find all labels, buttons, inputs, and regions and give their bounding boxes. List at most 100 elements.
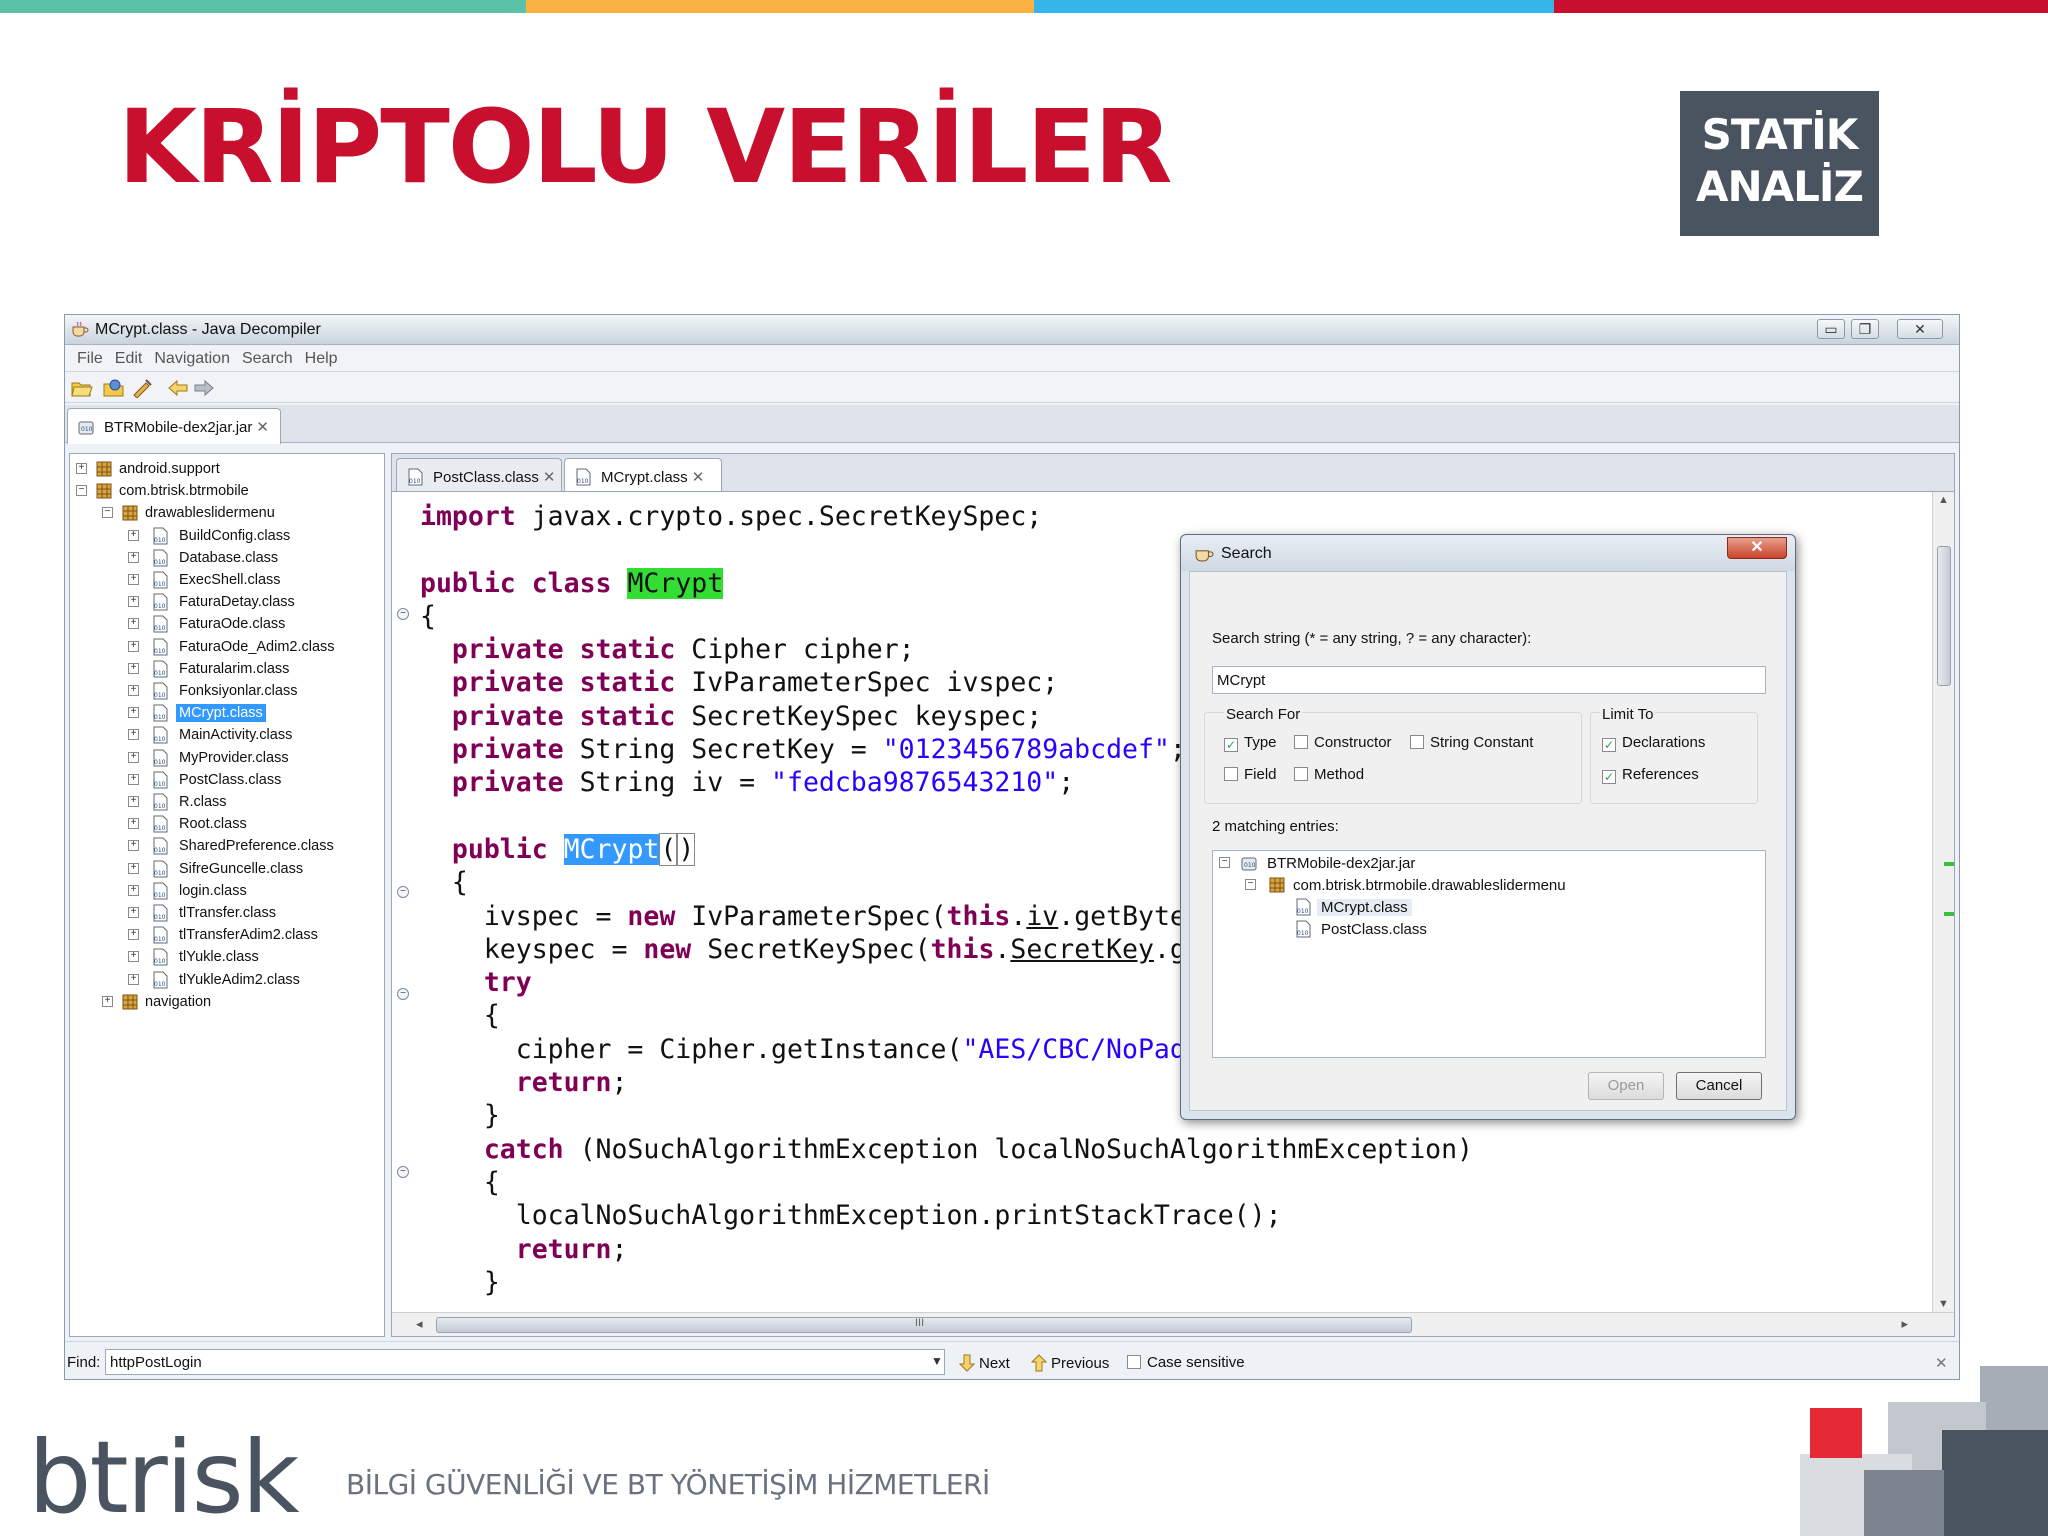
tree-item[interactable]: +010 SifreGuncelle.class xyxy=(70,858,380,880)
expand-toggle-icon[interactable]: + xyxy=(128,929,139,941)
expand-toggle-icon[interactable]: + xyxy=(128,818,139,830)
expand-toggle-icon[interactable]: + xyxy=(128,884,139,896)
tree-item[interactable]: +010 Faturalarim.class xyxy=(70,658,380,680)
forward-icon[interactable] xyxy=(193,378,215,398)
tree-item[interactable]: +010 MainActivity.class xyxy=(70,724,380,746)
horizontal-scrollbar[interactable]: ◂ III ▸ xyxy=(392,1312,1954,1336)
result-jar[interactable]: BTRMobile-dex2jar.jar xyxy=(1267,855,1415,872)
checkbox[interactable] xyxy=(1224,767,1238,781)
tree-item[interactable]: +010 tlTransfer.class xyxy=(70,902,380,924)
expand-toggle-icon[interactable]: + xyxy=(128,596,139,608)
tree-item[interactable]: +010 Fonksiyonlar.class xyxy=(70,680,380,702)
tree-item[interactable]: +010 MyProvider.class xyxy=(70,747,380,769)
scroll-down-icon[interactable]: ▼ xyxy=(1938,1298,1949,1310)
launch-icon[interactable] xyxy=(131,378,153,398)
tree-item[interactable]: +010 tlYukleAdim2.class xyxy=(70,969,380,991)
result-package[interactable]: com.btrisk.btrmobile.drawableslidermenu xyxy=(1293,877,1566,894)
expand-toggle-icon[interactable]: + xyxy=(128,551,139,563)
menu-edit[interactable]: Edit xyxy=(109,346,149,371)
tab-mcrypt[interactable]: 010 MCrypt.class ✕ xyxy=(564,458,722,494)
menu-file[interactable]: File xyxy=(71,346,109,371)
scrollbar-thumb[interactable]: III xyxy=(436,1317,1412,1333)
search-string-input[interactable]: MCrypt xyxy=(1212,666,1766,694)
expand-toggle-icon[interactable]: − xyxy=(102,507,113,519)
tree-item[interactable]: + android.support xyxy=(70,458,380,480)
close-tab-icon[interactable]: ✕ xyxy=(256,419,269,436)
checkbox[interactable]: ✓ xyxy=(1602,770,1616,784)
tree-item[interactable]: − drawableslidermenu xyxy=(70,502,380,524)
expand-toggle-icon[interactable]: + xyxy=(128,907,139,918)
open-file-icon[interactable] xyxy=(71,378,93,398)
checkbox-declarations[interactable]: ✓ Declarations xyxy=(1602,734,1705,752)
expand-toggle-icon[interactable]: + xyxy=(128,840,139,852)
expand-toggle-icon[interactable]: + xyxy=(128,618,139,630)
jar-tab[interactable]: 010 BTRMobile-dex2jar.jar ✕ xyxy=(67,408,281,444)
scroll-left-icon[interactable]: ◂ xyxy=(416,1316,423,1332)
overview-ruler-marker[interactable] xyxy=(1944,912,1954,916)
expand-toggle-icon[interactable]: + xyxy=(128,574,139,585)
result-class-postclass[interactable]: PostClass.class xyxy=(1321,921,1427,938)
restore-button[interactable]: ❐ xyxy=(1851,319,1879,339)
tree-item[interactable]: +010 ExecShell.class xyxy=(70,569,380,591)
fold-marker-icon[interactable]: − xyxy=(397,886,409,898)
tab-postclass[interactable]: 010 PostClass.class ✕ xyxy=(396,458,562,494)
tree-item[interactable]: +010 FaturaOde_Adim2.class xyxy=(70,636,380,658)
expand-toggle-icon[interactable]: + xyxy=(128,751,139,763)
tree-item[interactable]: +010 tlTransferAdim2.class xyxy=(70,924,380,946)
checkbox-type[interactable]: ✓ Type xyxy=(1224,734,1277,752)
tree-item[interactable]: +010 FaturaDetay.class xyxy=(70,591,380,613)
checkbox-string-constant[interactable]: String Constant xyxy=(1410,734,1533,751)
checkbox[interactable] xyxy=(1127,1355,1141,1369)
case-sensitive-checkbox[interactable]: Case sensitive xyxy=(1127,1354,1245,1371)
expand-toggle-icon[interactable]: + xyxy=(128,662,139,674)
tree-item[interactable]: +010 MCrypt.class xyxy=(70,702,380,724)
menu-navigation[interactable]: Navigation xyxy=(148,346,236,371)
fold-marker-icon[interactable]: − xyxy=(397,608,409,620)
scrollbar-thumb[interactable] xyxy=(1937,546,1951,686)
expand-toggle-icon[interactable]: + xyxy=(128,640,139,652)
vertical-scrollbar[interactable]: ▲ ▼ xyxy=(1932,492,1954,1312)
expand-toggle-icon[interactable]: + xyxy=(128,973,139,985)
tree-item[interactable]: + navigation xyxy=(70,991,380,1013)
expand-toggle-icon[interactable]: + xyxy=(128,729,139,741)
tree-item[interactable]: +010 PostClass.class xyxy=(70,769,380,791)
tree-item[interactable]: +010 SharedPreference.class xyxy=(70,835,380,857)
checkbox-method[interactable]: Method xyxy=(1294,766,1364,783)
collapse-icon[interactable]: − xyxy=(1219,857,1230,868)
checkbox[interactable] xyxy=(1294,767,1308,781)
expand-toggle-icon[interactable]: + xyxy=(128,685,139,696)
expand-toggle-icon[interactable]: + xyxy=(128,796,139,807)
tree-item[interactable]: +010 FaturaOde.class xyxy=(70,613,380,635)
find-input[interactable]: httpPostLogin xyxy=(105,1349,945,1375)
open-type-icon[interactable] xyxy=(103,378,125,398)
scroll-up-icon[interactable]: ▲ xyxy=(1938,494,1949,506)
tree-item[interactable]: +010 Database.class xyxy=(70,547,380,569)
menu-help[interactable]: Help xyxy=(299,346,344,371)
checkbox[interactable]: ✓ xyxy=(1224,738,1238,752)
tree-item[interactable]: − com.btrisk.btrmobile xyxy=(70,480,380,502)
minimize-button[interactable]: ▭ xyxy=(1817,319,1845,339)
expand-toggle-icon[interactable]: + xyxy=(128,773,139,785)
expand-toggle-icon[interactable]: + xyxy=(102,995,113,1007)
checkbox-references[interactable]: ✓ References xyxy=(1602,766,1699,784)
expand-toggle-icon[interactable]: + xyxy=(76,463,87,474)
checkbox[interactable]: ✓ xyxy=(1602,738,1616,752)
expand-toggle-icon[interactable]: + xyxy=(128,862,139,874)
scroll-right-icon[interactable]: ▸ xyxy=(1901,1316,1908,1332)
expand-toggle-icon[interactable]: − xyxy=(76,485,87,497)
tree-item[interactable]: +010 Root.class xyxy=(70,813,380,835)
tree-item[interactable]: +010 R.class xyxy=(70,791,380,813)
expand-toggle-icon[interactable]: + xyxy=(128,951,139,963)
expand-toggle-icon[interactable]: + xyxy=(128,529,139,541)
close-tab-icon[interactable]: ✕ xyxy=(692,469,705,486)
overview-ruler-marker[interactable] xyxy=(1944,862,1954,866)
close-window-button[interactable]: ✕ xyxy=(1897,319,1943,339)
close-find-icon[interactable]: ✕ xyxy=(1935,1354,1948,1372)
back-icon[interactable] xyxy=(167,378,189,398)
cancel-button[interactable]: Cancel xyxy=(1676,1072,1762,1100)
fold-marker-icon[interactable]: − xyxy=(397,1166,409,1178)
menu-search[interactable]: Search xyxy=(236,346,299,371)
open-button[interactable]: Open xyxy=(1588,1072,1664,1100)
checkbox[interactable] xyxy=(1410,735,1424,749)
tree-item[interactable]: +010 BuildConfig.class xyxy=(70,525,380,547)
